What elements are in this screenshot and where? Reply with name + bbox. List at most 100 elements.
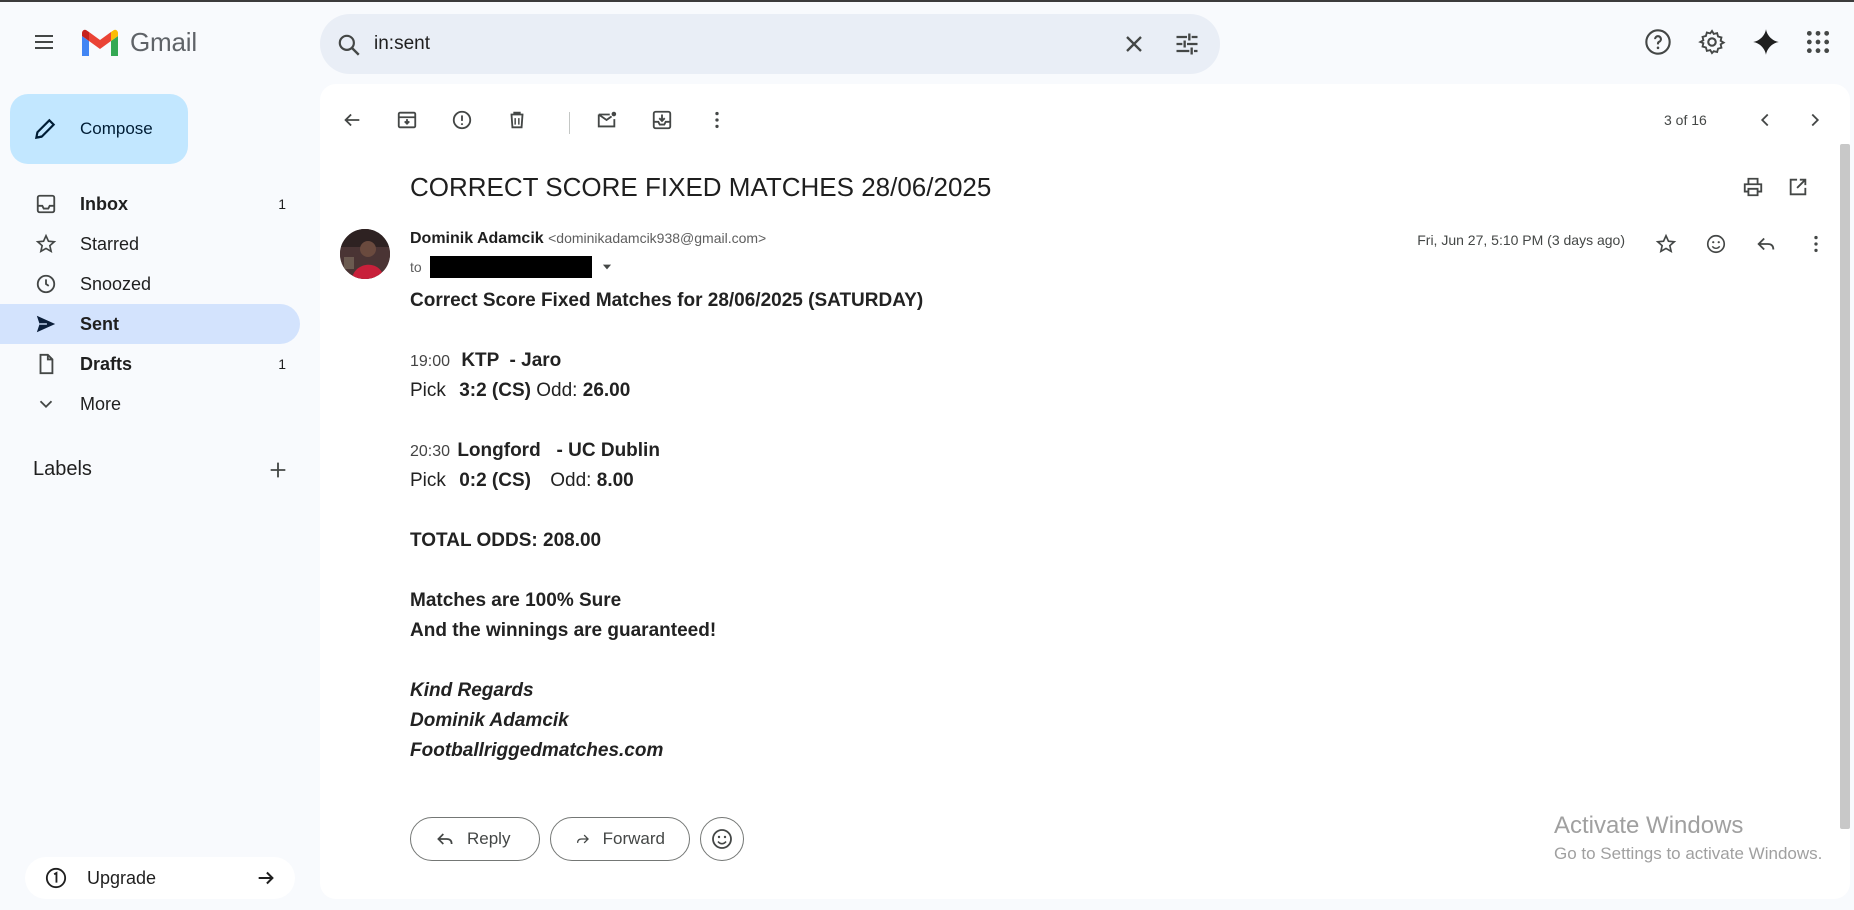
sidebar-nav: Inbox 1 Starred Snoozed Sent Drafts 1 Mo… <box>0 184 300 424</box>
forward-button[interactable]: Forward <box>550 817 690 861</box>
chevron-right-icon <box>1811 113 1820 127</box>
mark-unread-icon <box>597 111 617 128</box>
message-subject: CORRECT SCORE FIXED MATCHES 28/06/2025 <box>410 172 992 202</box>
add-reaction-button[interactable] <box>1696 224 1736 264</box>
star-button[interactable] <box>1646 224 1686 264</box>
upgrade-badge-icon <box>45 867 67 889</box>
sender-email: <dominikadamcik938@gmail.com> <box>548 230 767 246</box>
search-icon[interactable] <box>336 32 362 58</box>
star-icon <box>34 232 58 256</box>
reply-icon <box>437 833 453 845</box>
reply-icon-button[interactable] <box>1746 224 1786 264</box>
new-window-button[interactable] <box>1778 167 1818 207</box>
more-vert-icon <box>715 111 719 129</box>
body-heading: Correct Score Fixed Matches for 28/06/20… <box>410 290 924 311</box>
forward-label: Forward <box>602 829 665 848</box>
draft-count: 1 <box>278 356 286 372</box>
match-1-odd: 26.00 <box>582 380 631 401</box>
sidebar-item-label: More <box>80 393 122 414</box>
sidebar-item-more[interactable]: More <box>0 384 300 424</box>
chevron-left-icon <box>1760 113 1769 127</box>
match-2-odd: 8.00 <box>596 470 634 491</box>
avatar-image <box>340 229 390 279</box>
match-2-pick-line: Pick 0:2 (CS) Odd: 8.00 <box>410 470 634 492</box>
app-name: Gmail <box>130 27 197 57</box>
more-options-button[interactable] <box>697 100 737 140</box>
report-icon <box>452 110 472 130</box>
newer-button[interactable] <box>1745 100 1785 140</box>
upgrade-button[interactable]: Upgrade <box>25 857 295 899</box>
send-icon <box>34 312 58 336</box>
sidebar-item-label: Inbox <box>80 193 128 214</box>
arrow-back-icon <box>344 113 360 127</box>
message-more-button[interactable] <box>1796 224 1836 264</box>
upgrade-label: Upgrade <box>87 867 157 888</box>
reply-button[interactable]: Reply <box>410 817 540 861</box>
toolbar-divider <box>569 112 570 134</box>
draft-icon <box>34 352 58 376</box>
older-button[interactable] <box>1795 100 1835 140</box>
main-menu-button[interactable] <box>24 22 64 62</box>
reply-label: Reply <box>467 829 511 848</box>
sidebar-item-inbox[interactable]: Inbox 1 <box>0 184 300 224</box>
sidebar-item-drafts[interactable]: Drafts 1 <box>0 344 300 384</box>
close-icon[interactable] <box>1120 30 1148 58</box>
labels-heading: Labels <box>33 458 92 480</box>
move-to-button[interactable] <box>642 100 682 140</box>
match-1-teams: KTP - Jaro <box>461 350 562 371</box>
sender-line: Dominik Adamcik <dominikadamcik938@gmail… <box>410 230 766 248</box>
sidebar-item-label: Sent <box>80 313 120 334</box>
signature-name: Dominik Adamcik <box>410 710 569 731</box>
emoji-icon <box>1706 234 1726 254</box>
message-panel: 3 of 16 CORRECT SCORE FIXED MATCHES 28/0… <box>320 84 1850 899</box>
plus-icon[interactable] <box>267 459 289 481</box>
redacted-recipient <box>429 256 592 278</box>
back-button[interactable] <box>332 100 372 140</box>
print-button[interactable] <box>1733 167 1773 207</box>
apps-grid-icon <box>1806 30 1830 54</box>
inbox-icon <box>34 192 58 216</box>
search-input[interactable] <box>374 28 1074 60</box>
match-2-odd-label: Odd: <box>550 470 592 491</box>
archive-icon <box>397 111 417 129</box>
search-bar[interactable] <box>320 14 1220 74</box>
match-1-pick-line: Pick 3:2 (CS) Odd: 26.00 <box>410 380 630 402</box>
sparkle-icon <box>1753 29 1779 55</box>
archive-button[interactable] <box>387 100 427 140</box>
more-vert-icon <box>1814 235 1818 253</box>
report-spam-button[interactable] <box>442 100 482 140</box>
delete-button[interactable] <box>497 100 537 140</box>
match-1-line: 19:00 KTP - Jaro <box>410 350 561 372</box>
caret-down-icon[interactable] <box>600 260 614 274</box>
help-button[interactable] <box>1640 24 1676 60</box>
match-2-teams: Longford - UC Dublin <box>457 440 660 461</box>
settings-button[interactable] <box>1694 24 1730 60</box>
match-2-line: 20:30 Longford - UC Dublin <box>410 440 660 462</box>
match-1-pick-label: Pick <box>410 380 446 401</box>
sidebar-item-snoozed[interactable]: Snoozed <box>0 264 300 304</box>
help-icon <box>1645 29 1671 55</box>
sidebar-item-label: Starred <box>80 233 140 254</box>
match-1-pick: 3:2 (CS) <box>459 380 531 401</box>
scrollbar[interactable] <box>1840 144 1850 829</box>
avatar[interactable] <box>340 229 390 279</box>
sender-name[interactable]: Dominik Adamcik <box>410 230 544 247</box>
star-outline-icon <box>1655 233 1677 253</box>
emoji-reaction-button[interactable] <box>700 817 744 861</box>
gmail-logo[interactable]: Gmail <box>80 27 197 58</box>
apps-button[interactable] <box>1800 24 1836 60</box>
hamburger-menu-icon <box>35 35 53 49</box>
sidebar-item-label: Snoozed <box>80 273 152 294</box>
search-options-icon[interactable] <box>1173 30 1201 58</box>
sidebar-item-starred[interactable]: Starred <box>0 224 300 264</box>
arrow-right-icon <box>258 871 274 885</box>
mark-unread-button[interactable] <box>587 100 627 140</box>
sidebar-item-sent[interactable]: Sent <box>0 304 300 344</box>
compose-button[interactable]: Compose <box>10 94 188 164</box>
watermark-subtitle: Go to Settings to activate Windows. <box>1554 844 1823 863</box>
to-label: to <box>410 259 422 275</box>
regards-line: Kind Regards <box>410 680 534 701</box>
gemini-button[interactable] <box>1748 24 1784 60</box>
reply-icon <box>1757 237 1775 251</box>
sure-line: Matches are 100% Sure <box>410 590 622 611</box>
